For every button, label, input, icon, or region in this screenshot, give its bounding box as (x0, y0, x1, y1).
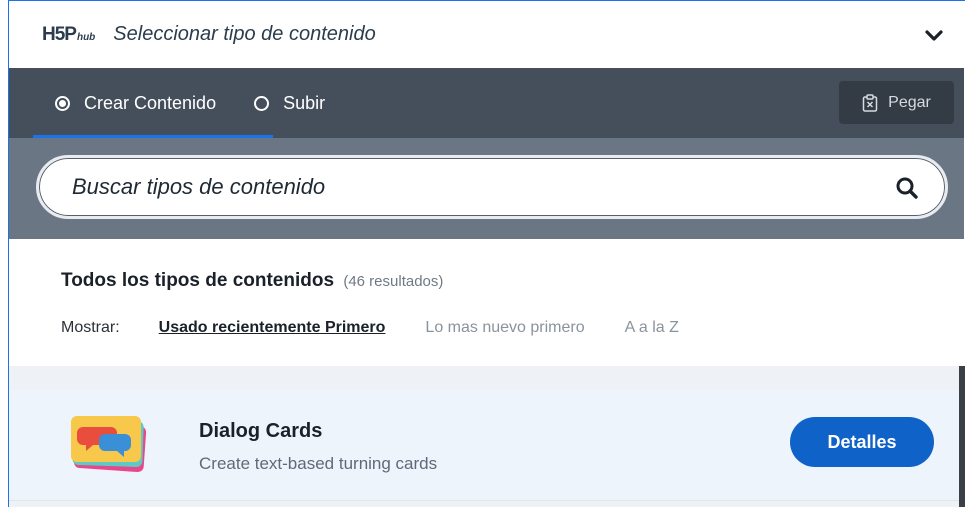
hub-header[interactable]: H5P hub Seleccionar tipo de contenido (9, 1, 964, 68)
dialog-cards-icon (69, 414, 149, 481)
search-icon[interactable] (895, 176, 919, 205)
list-item-dialog-cards[interactable]: Dialog Cards Create text-based turning c… (9, 390, 964, 501)
radio-selected-icon (55, 95, 70, 111)
sort-options: Mostrar: Usado recientemente Primero Lo … (61, 319, 679, 337)
sort-recently-used[interactable]: Usado recientemente Primero (159, 319, 386, 337)
result-count: (46 resultados) (343, 273, 444, 290)
logo-main-text: H5P (42, 23, 77, 45)
frame-border-top (8, 0, 965, 1)
scrollbar[interactable] (959, 366, 965, 507)
tab-label: Crear Contenido (84, 92, 217, 113)
tab-upload[interactable]: Subir (254, 68, 325, 138)
details-button[interactable]: Detalles (790, 417, 934, 467)
paste-button[interactable]: Pegar (839, 81, 954, 124)
frame-border-left (8, 0, 9, 507)
sort-newest-first[interactable]: Lo mas nuevo primero (425, 319, 584, 337)
sort-label: Mostrar: (61, 319, 120, 336)
list-title: Todos los tipos de contenidos (46 result… (61, 270, 443, 292)
chevron-down-icon[interactable] (924, 25, 944, 45)
search-area (9, 138, 964, 239)
list-title-text: Todos los tipos de contenidos (61, 270, 335, 291)
h5p-hub: H5P hub Seleccionar tipo de contenido Cr… (8, 0, 965, 507)
sort-a-to-z[interactable]: A a la Z (625, 319, 679, 337)
clipboard-icon (862, 93, 878, 112)
hub-title: Seleccionar tipo de contenido (113, 23, 376, 45)
h5p-logo: H5P hub (42, 24, 95, 46)
content-list-header: Todos los tipos de contenidos (46 result… (9, 239, 964, 366)
search-box[interactable] (36, 155, 948, 219)
paste-label: Pegar (888, 93, 931, 111)
item-title: Dialog Cards (199, 420, 323, 442)
tab-create-content[interactable]: Crear Contenido (33, 68, 273, 138)
item-description: Create text-based turning cards (199, 454, 438, 473)
logo-sub-text: hub (76, 31, 96, 43)
tab-label: Subir (283, 92, 326, 113)
content-type-list: Dialog Cards Create text-based turning c… (9, 366, 964, 507)
radio-unselected-icon (254, 95, 270, 111)
tab-bar: Crear Contenido Subir Pegar (9, 68, 964, 138)
search-input[interactable] (70, 173, 854, 201)
